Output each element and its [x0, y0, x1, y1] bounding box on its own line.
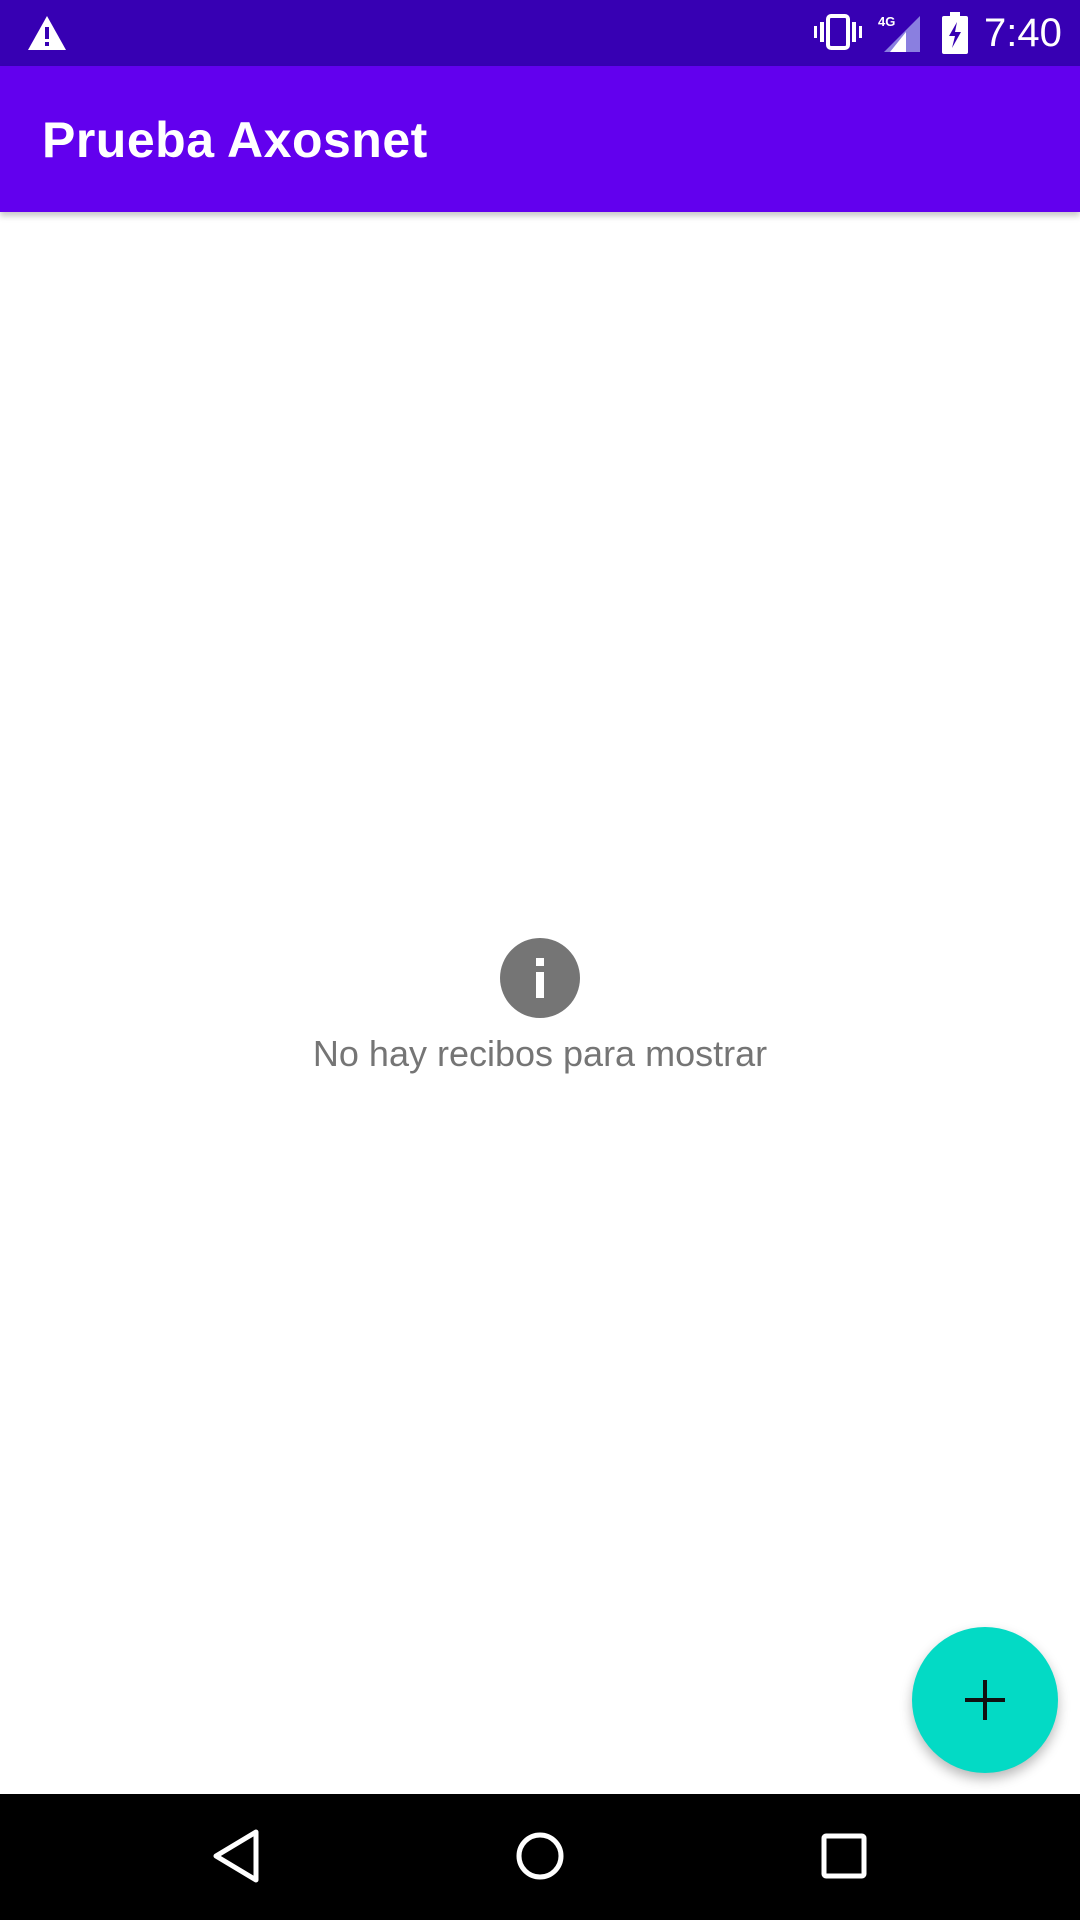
app-title: Prueba Axosnet — [42, 112, 428, 168]
warning-icon — [28, 16, 66, 50]
status-bar: 4G 7:40 — [0, 0, 1080, 66]
empty-message: No hay recibos para mostrar — [312, 1033, 768, 1074]
info-icon — [500, 938, 580, 1018]
add-receipt-button[interactable] — [912, 1627, 1058, 1773]
plus-icon — [965, 1680, 1005, 1720]
home-icon[interactable] — [508, 1824, 572, 1888]
network-type-label: 4G — [878, 14, 895, 29]
back-icon[interactable] — [206, 1824, 270, 1888]
app-bar: Prueba Axosnet — [0, 66, 1080, 212]
vibrate-icon — [814, 14, 862, 50]
navigation-bar — [0, 1794, 1080, 1920]
recents-icon[interactable] — [812, 1824, 876, 1888]
battery-charging-icon — [942, 12, 968, 54]
status-time: 7:40 — [984, 11, 1062, 55]
cell-signal-icon: 4G — [878, 14, 920, 52]
screen: 4G 7:40 Prueba Axosnet No hay recibos pa… — [0, 0, 1080, 1920]
empty-state: No hay recibos para mostrar — [0, 938, 1080, 1076]
